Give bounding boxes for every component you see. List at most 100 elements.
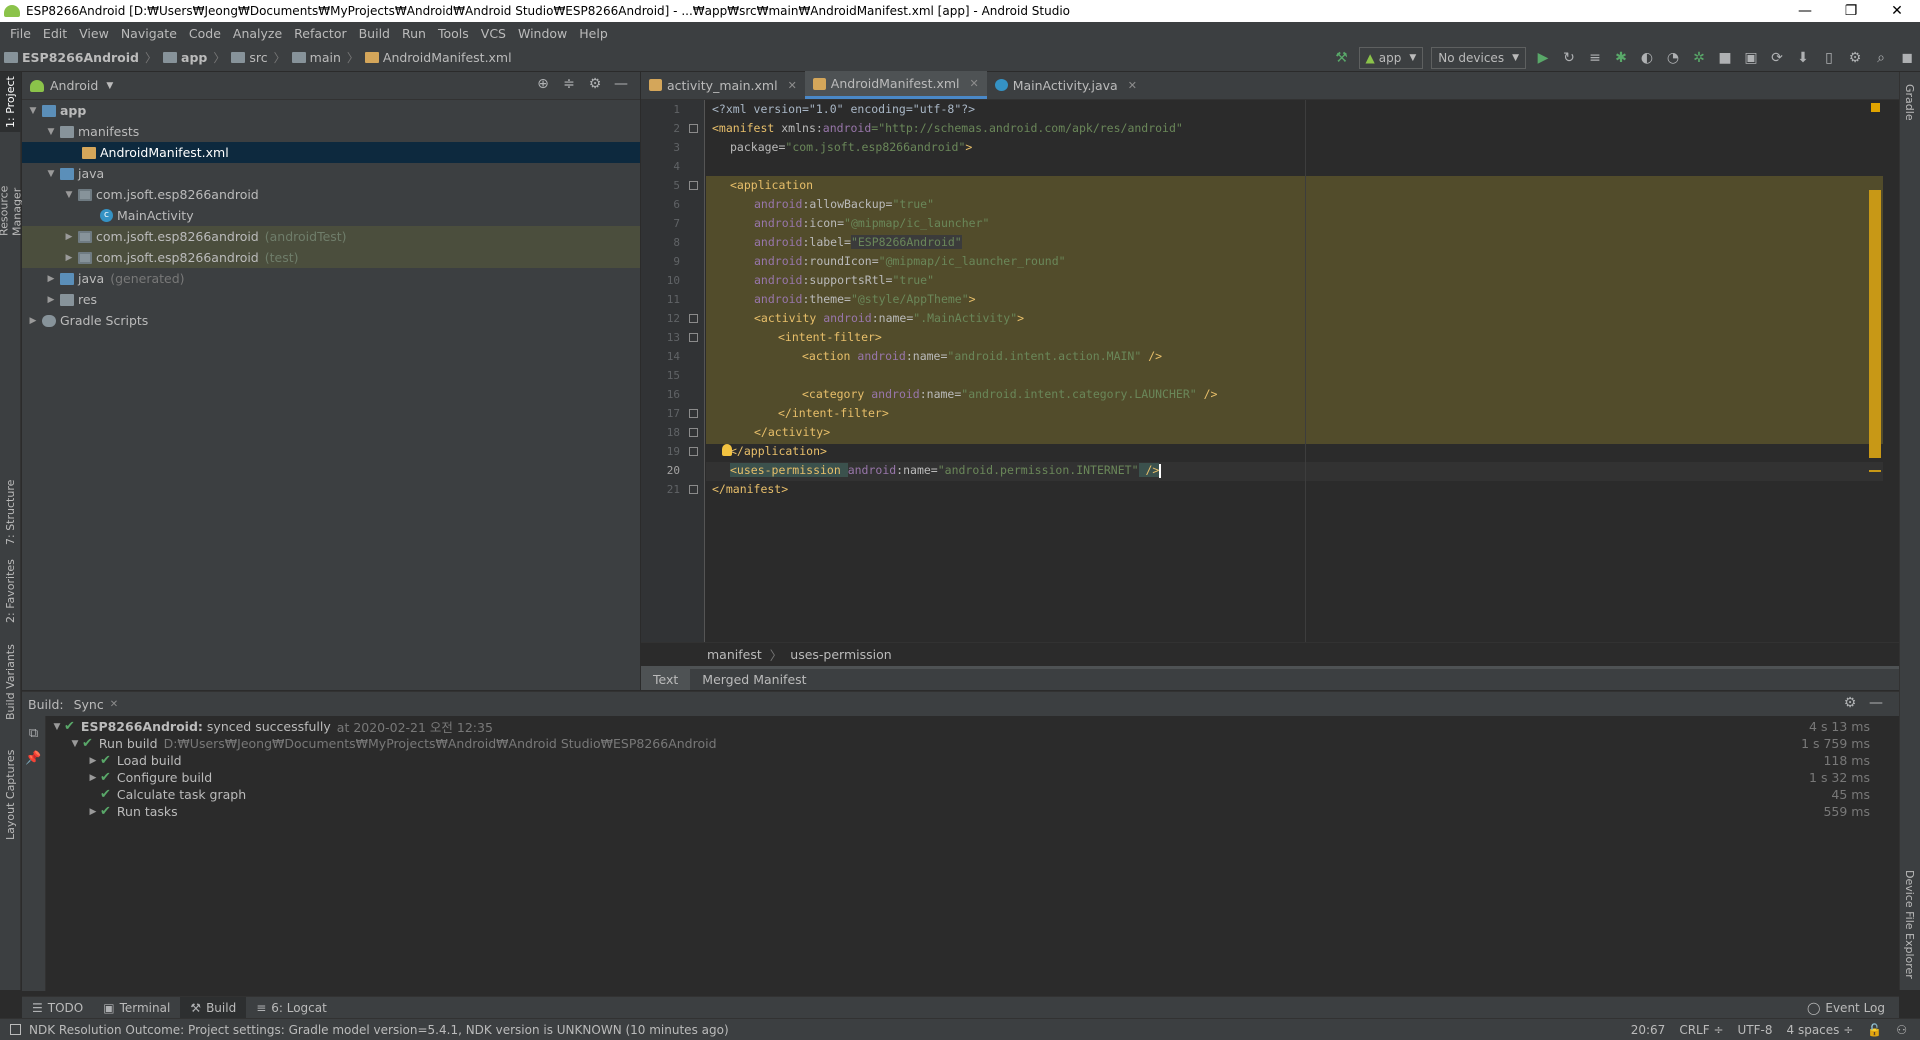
expand-icon[interactable]: ▶ — [86, 756, 100, 766]
expand-icon[interactable]: ▶ — [86, 773, 100, 783]
expand-icon[interactable]: ▶ — [62, 253, 76, 263]
expand-icon[interactable]: ▼ — [50, 722, 64, 732]
breadcrumb-app[interactable]: app — [159, 50, 211, 65]
close-icon[interactable]: ✕ — [1128, 79, 1137, 92]
coverage-icon[interactable]: ◐ — [1634, 45, 1660, 71]
tree-item-gradle-scripts[interactable]: ▶ Gradle Scripts — [22, 310, 640, 331]
breadcrumb-file[interactable]: AndroidManifest.xml — [361, 50, 516, 65]
lock-icon[interactable]: 🔓 — [1860, 1023, 1889, 1037]
status-message[interactable]: NDK Resolution Outcome: Project settings… — [29, 1023, 729, 1037]
favorites-tool-tab[interactable]: 2: Favorites — [0, 552, 21, 630]
expand-icon[interactable]: ▶ — [86, 807, 100, 817]
tool-tab-logcat[interactable]: ≡ 6: Logcat — [246, 997, 337, 1019]
menu-analyze[interactable]: Analyze — [227, 26, 288, 41]
menu-build[interactable]: Build — [353, 26, 396, 41]
gradle-tool-tab[interactable]: Gradle — [1899, 72, 1920, 132]
fold-marker-icon[interactable] — [689, 447, 698, 456]
menu-vcs[interactable]: VCS — [475, 26, 512, 41]
sdk-manager-icon[interactable]: ⬇ — [1790, 45, 1816, 71]
fold-marker-icon[interactable] — [689, 409, 698, 418]
menu-window[interactable]: Window — [512, 26, 573, 41]
user-icon[interactable]: ◼ — [1894, 45, 1920, 71]
xml-path-item[interactable]: uses-permission — [790, 647, 891, 662]
avd-manager-icon[interactable]: ▯ — [1816, 45, 1842, 71]
apply-code-changes-icon[interactable]: ≡ — [1582, 45, 1608, 71]
project-tool-tab[interactable]: 1: Project — [0, 72, 21, 132]
code-area[interactable]: 1 2 3 4 5 6 7 8 9 10 11 12 13 14 15 16 1… — [641, 100, 1899, 642]
expand-icon[interactable]: ▶ — [44, 274, 58, 284]
build-row-run-build[interactable]: ▼ ✔ Run build D:₩Users₩Jeong₩Documents₩M… — [50, 735, 1870, 752]
collapse-all-icon[interactable]: ≑ — [556, 76, 582, 92]
profile-icon[interactable]: ◔ — [1660, 45, 1686, 71]
device-select[interactable]: No devices ▼ — [1431, 47, 1526, 69]
expand-icon[interactable]: ▼ — [26, 106, 40, 116]
encoding-select[interactable]: UTF-8 — [1731, 1023, 1780, 1037]
run-config-select[interactable]: ▲ app ▼ — [1358, 47, 1424, 69]
tab-mainactivity-java[interactable]: MainActivity.java ✕ — [987, 71, 1145, 99]
breadcrumb-main[interactable]: main — [288, 50, 345, 65]
warning-indicator-icon[interactable] — [1871, 103, 1880, 112]
menu-refactor[interactable]: Refactor — [288, 26, 352, 41]
minimize-button[interactable]: — — [1782, 0, 1828, 22]
menu-navigate[interactable]: Navigate — [115, 26, 183, 41]
tree-item-java-generated[interactable]: ▶ java (generated) — [22, 268, 640, 289]
gear-icon[interactable]: ⚙ — [582, 76, 608, 92]
apply-changes-icon[interactable]: ↻ — [1556, 45, 1582, 71]
expand-icon[interactable]: ▼ — [68, 739, 82, 749]
attach-debugger-icon[interactable]: ✲ — [1686, 45, 1712, 71]
tool-tab-build[interactable]: ⚒ Build — [180, 996, 247, 1019]
close-icon[interactable]: ✕ — [970, 77, 979, 90]
tree-item-androidmanifest[interactable]: AndroidManifest.xml — [22, 142, 640, 163]
tree-item-package-test[interactable]: ▶ com.jsoft.esp8266android (test) — [22, 247, 640, 268]
close-icon[interactable]: ✕ — [788, 79, 797, 92]
pin-icon[interactable]: 📌 — [22, 751, 45, 766]
fold-marker-icon[interactable] — [689, 124, 698, 133]
menu-run[interactable]: Run — [396, 26, 432, 41]
tree-item-res[interactable]: ▶ res — [22, 289, 640, 310]
tree-item-java[interactable]: ▼ java — [22, 163, 640, 184]
tree-item-package-androidtest[interactable]: ▶ com.jsoft.esp8266android (androidTest) — [22, 226, 640, 247]
line-separator-select[interactable]: CRLF ÷ — [1672, 1023, 1730, 1037]
menu-edit[interactable]: Edit — [37, 26, 73, 41]
indent-select[interactable]: 4 spaces ÷ — [1780, 1023, 1861, 1037]
fold-marker-icon[interactable] — [689, 333, 698, 342]
build-row-calculate-task-graph[interactable]: ✔ Calculate task graph 45 ms — [50, 786, 1870, 803]
gear-icon[interactable]: ⚙ — [1837, 695, 1863, 711]
expand-icon[interactable]: ▶ — [62, 232, 76, 242]
code-text[interactable]: <?xml version="1.0" encoding="utf-8"?> <… — [706, 100, 1883, 642]
event-log-button[interactable]: ◯ Event Log — [1807, 997, 1885, 1019]
hide-icon[interactable]: — — [1863, 695, 1889, 711]
tab-merged-manifest[interactable]: Merged Manifest — [690, 669, 818, 690]
tab-sync[interactable]: Sync — [74, 697, 104, 712]
tree-item-package-main[interactable]: ▼ com.jsoft.esp8266android — [22, 184, 640, 205]
structure-tool-tab[interactable]: 7: Structure — [0, 472, 21, 552]
highlight-stripe-marker[interactable] — [1869, 470, 1881, 472]
build-variants-tool-tab[interactable]: Build Variants — [0, 632, 21, 732]
tool-tab-terminal[interactable]: ▣ Terminal — [93, 997, 180, 1019]
highlight-stripe-marker[interactable] — [1869, 190, 1881, 458]
make-project-icon[interactable]: ⚒ — [1329, 45, 1355, 71]
expand-icon[interactable]: ▼ — [44, 127, 58, 137]
breadcrumb-project[interactable]: ESP8266Android — [0, 50, 143, 65]
resource-manager-tool-tab[interactable]: Resource Manager — [0, 136, 24, 236]
caret-position[interactable]: 20:67 — [1624, 1023, 1673, 1037]
expand-icon[interactable]: ▶ — [26, 316, 40, 326]
expand-icon[interactable]: ▼ — [62, 190, 76, 200]
build-row-configure-build[interactable]: ▶ ✔ Configure build 1 s 32 ms — [50, 769, 1870, 786]
fold-marker-icon[interactable] — [689, 181, 698, 190]
tab-activity-main-xml[interactable]: activity_main.xml ✕ — [641, 71, 805, 99]
device-file-explorer-tool-tab[interactable]: Device File Explorer — [1899, 862, 1920, 987]
fold-marker-icon[interactable] — [689, 314, 698, 323]
menu-tools[interactable]: Tools — [432, 26, 475, 41]
fold-marker-icon[interactable] — [689, 428, 698, 437]
tool-tab-todo[interactable]: ☰ TODO — [22, 997, 93, 1019]
build-row-load-build[interactable]: ▶ ✔ Load build 118 ms — [50, 752, 1870, 769]
inspector-icon[interactable]: ⚇ — [1889, 1023, 1914, 1037]
tab-androidmanifest-xml[interactable]: AndroidManifest.xml ✕ — [804, 71, 987, 99]
project-view-select[interactable]: Android — [50, 78, 98, 93]
expand-icon[interactable]: ▶ — [44, 295, 58, 305]
toggle-view-icon[interactable]: ⧉ — [22, 726, 45, 741]
fold-marker-icon[interactable] — [689, 485, 698, 494]
xml-path-item[interactable]: manifest — [707, 647, 762, 662]
close-icon[interactable]: ✕ — [110, 699, 118, 710]
